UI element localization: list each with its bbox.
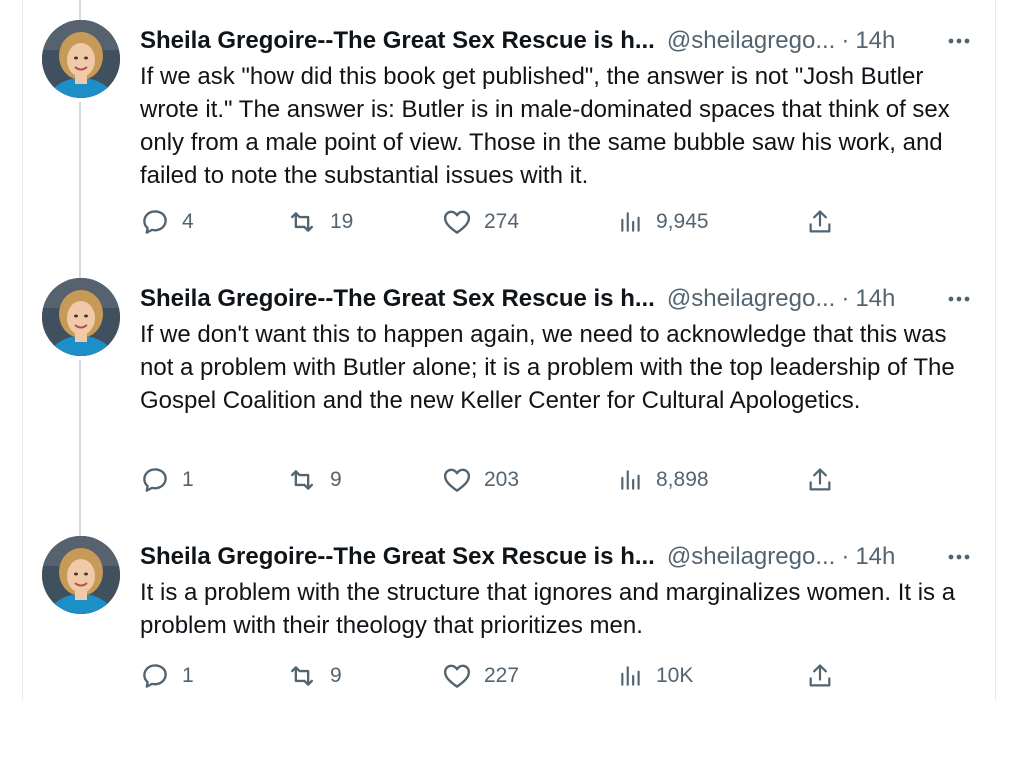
timestamp[interactable]: 14h (855, 543, 895, 571)
tweet[interactable]: Sheila Gregoire--The Great Sex Rescue is… (22, 516, 996, 774)
reply-count: 1 (182, 664, 194, 687)
views-count: 9,945 (656, 210, 709, 233)
more-horizontal-icon[interactable] (948, 540, 970, 574)
views-chart-icon (621, 212, 640, 232)
tweet[interactable]: Sheila Gregoire--The Great Sex Rescue is… (22, 258, 996, 516)
reply-button[interactable]: 4 (140, 204, 194, 240)
heart-icon (443, 468, 471, 492)
author-handle[interactable]: @sheilagrego... (667, 27, 835, 55)
reply-icon (143, 468, 167, 492)
retweet-count: 9 (330, 664, 342, 687)
tweet-header: Sheila Gregoire--The Great Sex Rescue is… (140, 282, 970, 316)
avatar-image (42, 278, 120, 356)
tweet-text: If we don't want this to happen again, w… (140, 321, 955, 414)
like-button[interactable]: 274 (442, 204, 519, 240)
avatar[interactable] (42, 536, 120, 614)
heart-icon (443, 210, 471, 234)
share-icon (809, 664, 831, 687)
retweet-button[interactable]: 19 (286, 204, 353, 240)
like-button[interactable]: 203 (442, 462, 519, 498)
retweet-icon (290, 666, 314, 686)
timestamp[interactable]: 14h (855, 27, 895, 55)
tweet-text: It is a problem with the structure that … (140, 579, 956, 639)
like-button[interactable]: 227 (442, 658, 519, 694)
retweet-icon (290, 212, 314, 232)
like-count: 227 (484, 664, 520, 687)
views-count: 10K (656, 664, 694, 687)
share-button[interactable] (806, 462, 846, 498)
tweet-header: Sheila Gregoire--The Great Sex Rescue is… (140, 540, 970, 574)
views-count: 8,898 (656, 468, 709, 491)
tweet[interactable]: Sheila Gregoire--The Great Sex Rescue is… (22, 0, 996, 258)
author-handle[interactable]: @sheilagrego... (667, 285, 835, 313)
tweet-text: If we ask "how did this book get publish… (140, 63, 950, 189)
avatar-image (42, 20, 120, 98)
retweet-count: 19 (330, 210, 354, 233)
author-name[interactable]: Sheila Gregoire--The Great Sex Rescue is… (140, 543, 655, 571)
reply-icon (143, 210, 167, 234)
more-horizontal-icon[interactable] (948, 24, 970, 58)
views-chart-icon (621, 666, 640, 686)
separator: · (841, 285, 850, 312)
retweet-icon (290, 470, 314, 490)
like-count: 203 (484, 468, 520, 491)
reply-count: 4 (182, 210, 194, 233)
separator: · (841, 543, 850, 570)
more-horizontal-icon[interactable] (948, 282, 970, 316)
like-count: 274 (484, 210, 520, 233)
retweet-button[interactable]: 9 (286, 658, 342, 694)
retweet-button[interactable]: 9 (286, 462, 342, 498)
avatar[interactable] (42, 20, 120, 98)
action-bar: 1 9 203 8,898 (140, 462, 840, 498)
views-chart-icon (621, 470, 640, 490)
tweet-header: Sheila Gregoire--The Great Sex Rescue is… (140, 24, 970, 58)
share-icon (809, 468, 831, 491)
reply-count: 1 (182, 468, 194, 491)
reply-button[interactable]: 1 (140, 462, 194, 498)
timestamp[interactable]: 14h (855, 285, 895, 313)
retweet-count: 9 (330, 468, 342, 491)
views-button[interactable]: 8,898 (618, 462, 709, 498)
reply-icon (143, 664, 167, 688)
action-bar: 1 9 227 10K (140, 658, 840, 694)
author-name[interactable]: Sheila Gregoire--The Great Sex Rescue is… (140, 27, 655, 55)
views-button[interactable]: 10K (618, 658, 693, 694)
author-handle[interactable]: @sheilagrego... (667, 543, 835, 571)
avatar-image (42, 536, 120, 614)
avatar[interactable] (42, 278, 120, 356)
share-icon (809, 210, 831, 233)
author-name[interactable]: Sheila Gregoire--The Great Sex Rescue is… (140, 285, 655, 313)
views-button[interactable]: 9,945 (618, 204, 709, 240)
reply-button[interactable]: 1 (140, 658, 194, 694)
share-button[interactable] (806, 204, 846, 240)
separator: · (841, 27, 850, 54)
action-bar: 4 19 274 9,945 (140, 204, 840, 240)
heart-icon (443, 664, 471, 688)
share-button[interactable] (806, 658, 846, 694)
